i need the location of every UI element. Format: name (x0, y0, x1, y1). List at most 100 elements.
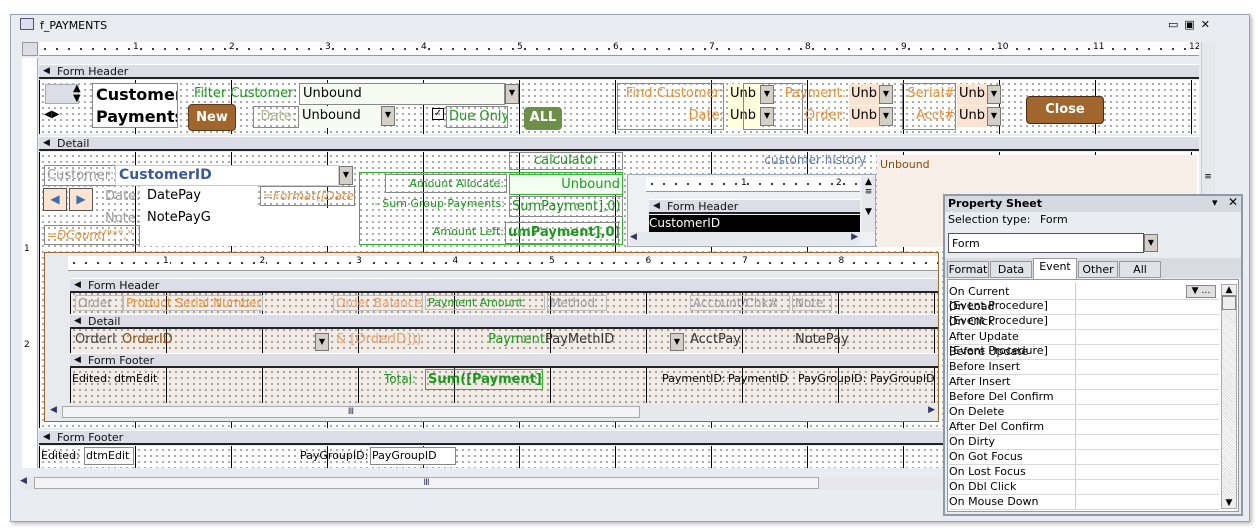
property-row-on-click[interactable]: On Click (949, 315, 1219, 330)
chevron-down-icon[interactable]: ▼ (315, 333, 329, 351)
title-line: Customer (96, 85, 178, 104)
customer-combo[interactable]: CustomerID (115, 165, 339, 186)
property-row-on-mouse-down[interactable]: On Mouse Down (949, 495, 1219, 510)
amount-left-field[interactable]: umPayment],0)) (505, 222, 619, 244)
detail-field[interactable]: OrderID (122, 332, 262, 347)
detail-bar[interactable]: Detail (39, 136, 1199, 151)
payment-combo[interactable]: Unb (849, 84, 879, 105)
property-name: Before Update (949, 345, 1029, 358)
property-row-on-got-focus[interactable]: On Got Focus (949, 450, 1219, 465)
serial-combo[interactable]: Unb (957, 84, 987, 105)
property-name: Before Del Confirm (949, 390, 1054, 403)
close-button[interactable]: Close (1026, 96, 1104, 124)
chevron-down-icon[interactable]: ▼ (879, 85, 893, 104)
tab-data[interactable]: Data (990, 261, 1032, 278)
mini-vertical-scrollbar[interactable]: ▲ ≡ ▼ (862, 177, 875, 232)
builder-button[interactable]: ▼ … (1186, 285, 1216, 298)
detail-field[interactable]: OrderI (75, 332, 123, 347)
property-scrollbar[interactable]: ▲ ▼ (1221, 284, 1237, 509)
dcount-expression[interactable]: =DCount("*"," (44, 225, 140, 245)
chevron-down-icon[interactable]: ▼ (381, 106, 395, 126)
property-row-after-update[interactable]: After Update [Event Procedure] (949, 330, 1219, 357)
form-header-bar[interactable]: Form Header (39, 64, 1199, 79)
chevron-down-icon[interactable]: ▼ (670, 333, 684, 351)
filter-customer-combo[interactable]: Unbound (299, 83, 505, 105)
subform-detail-bar[interactable]: Detail (70, 314, 938, 329)
acct-label: Acct# (916, 108, 955, 123)
paygroupid-field[interactable]: PayGroupID (870, 372, 936, 385)
dropdown-icon[interactable]: ▾ (1212, 196, 1218, 209)
total-label: Total: (384, 372, 417, 386)
date-combo[interactable]: Unbound (299, 106, 381, 128)
vertical-ruler-mark: 1 (24, 244, 30, 254)
property-row-on-current[interactable]: On Current [Event Procedure] (949, 285, 1219, 312)
property-row-on-dirty[interactable]: On Dirty (949, 435, 1219, 450)
tab-format[interactable]: Format (947, 261, 989, 278)
edited-field[interactable]: dtmEdit (84, 447, 134, 465)
detail-field[interactable]: PayMethID (545, 332, 670, 347)
property-row-on-delete[interactable]: On Delete (949, 405, 1219, 420)
sum-group-label: - Sum Group Payments: (374, 197, 505, 210)
form-selector[interactable] (22, 42, 38, 56)
property-row-after-insert[interactable]: After Insert (949, 375, 1219, 390)
note-field[interactable]: NotePayG (143, 208, 358, 246)
chevron-down-icon[interactable]: ▼ (1144, 234, 1158, 252)
chevron-down-icon[interactable]: ▼ (879, 107, 893, 126)
tab-other[interactable]: Other (1078, 261, 1118, 278)
header-column-label: Payment Amount (425, 295, 545, 310)
mini-form-header-bar[interactable]: Form Header (649, 199, 860, 214)
mini-horizontal-scrollbar[interactable]: ◀ ▶ (630, 232, 860, 245)
ruler-label: 1 (741, 178, 747, 188)
mini-customer-field[interactable]: CustomerID (649, 216, 733, 230)
spin-icon[interactable]: ▲ ▼ (73, 84, 81, 104)
all-button[interactable]: ALL (524, 107, 562, 130)
ruler-label: 2 (258, 256, 267, 266)
chevron-down-icon[interactable]: ▼ (339, 166, 353, 185)
property-row-on-load[interactable]: On Load [Event Procedure] (949, 300, 1219, 327)
tab-all[interactable]: All (1119, 261, 1161, 278)
selection-type-label: Selection type: (948, 213, 1031, 226)
sum-group-field[interactable]: SumPayment],0)) (509, 196, 623, 217)
detail-field[interactable]: Payment (425, 332, 545, 347)
property-name: After Insert (949, 375, 1011, 388)
property-row-before-update[interactable]: Before Update (949, 345, 1219, 360)
chevron-down-icon[interactable]: ▼ (505, 84, 519, 104)
subform-header-bar[interactable]: Form Header (70, 278, 938, 293)
acct-combo[interactable]: Unb (957, 106, 987, 127)
form-icon (20, 18, 34, 30)
property-row-before-insert[interactable]: Before Insert (949, 360, 1219, 375)
ruler-label: 8 (804, 42, 812, 52)
property-row-after-del-confirm[interactable]: After Del Confirm (949, 420, 1219, 435)
format-date-expression[interactable]: =Format([Date (260, 186, 355, 206)
property-row-on-lost-focus[interactable]: On Lost Focus (949, 465, 1219, 480)
chevron-down-icon[interactable]: ▼ (987, 85, 1001, 104)
nav-arrows-icon[interactable]: ◀▶ (44, 109, 59, 120)
property-name: On Got Focus (949, 450, 1023, 463)
next-record-button[interactable]: ▶ (69, 188, 93, 211)
new-button[interactable]: New (188, 104, 236, 131)
payment-label: Payment: (784, 86, 846, 101)
calculator-label: calculator (509, 152, 623, 170)
object-selector[interactable]: Form (948, 233, 1144, 253)
close-icon[interactable]: ✕ (1228, 195, 1238, 209)
sub-edited-field[interactable]: dtmEdit (114, 372, 157, 385)
subform-footer-bar[interactable]: Form Footer (70, 353, 938, 368)
subform-horizontal-scrollbar[interactable]: ◀ Ⅲ ▶ (50, 405, 938, 419)
property-row-before-del-confirm[interactable]: Before Del Confirm (949, 390, 1219, 405)
total-field[interactable]: Sum([Payment]) (425, 369, 543, 390)
tab-event[interactable]: Event (1033, 258, 1077, 279)
amount-allocate-field[interactable]: Unbound (509, 174, 623, 195)
detail-field[interactable]: AcctPay (690, 332, 790, 347)
ruler-label: 2 (836, 178, 842, 188)
date-field[interactable]: DatePay (143, 186, 258, 208)
paymentid-field[interactable]: PaymentID (728, 372, 792, 385)
order-combo[interactable]: Unb (849, 106, 879, 127)
window-controls[interactable]: ▭▣✕ (1168, 18, 1216, 31)
due-only-checkbox[interactable]: ✓ (432, 108, 444, 120)
detail-field[interactable]: & [OrderID])) (336, 332, 426, 347)
detail-field[interactable]: NotePay (795, 332, 855, 347)
chevron-down-icon[interactable]: ▼ (987, 107, 1001, 126)
property-row-on-dbl-click[interactable]: On Dbl Click (949, 480, 1219, 495)
paygroupid-field[interactable]: PayGroupID (370, 447, 456, 465)
previous-record-button[interactable]: ◀ (43, 188, 67, 211)
